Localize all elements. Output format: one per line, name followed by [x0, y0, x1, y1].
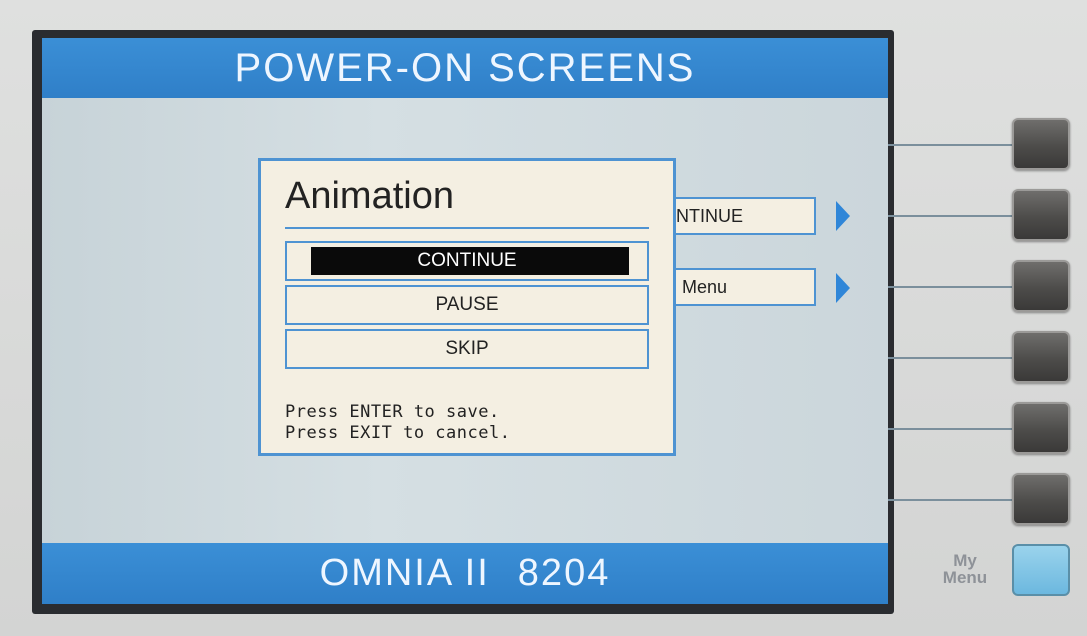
softkey-6[interactable] [1012, 473, 1070, 525]
screen-title-bar: POWER-ON SCREENS [42, 38, 888, 98]
option-continue[interactable]: CONTINUE [285, 241, 649, 281]
background-option-menu[interactable]: Menu [670, 268, 816, 306]
screen-footer-bar: OMNIA II 8204 [42, 543, 888, 604]
my-menu-label-line1: My [953, 551, 977, 570]
softkey-connector [888, 215, 1014, 217]
softkey-connector [888, 428, 1014, 430]
softkey-connector [888, 144, 1014, 146]
option-label: CONTINUE [417, 250, 517, 271]
hint-exit-cancel: Press EXIT to cancel. [285, 423, 511, 443]
background-option-label: Menu [682, 276, 728, 297]
my-menu-label-line2: Menu [942, 568, 988, 587]
softkey-1[interactable] [1012, 118, 1070, 170]
option-label: PAUSE [435, 294, 499, 315]
my-menu-button[interactable] [1012, 544, 1070, 596]
hint-enter-save: Press ENTER to save. [285, 402, 500, 422]
my-menu-label: My Menu [930, 552, 1000, 586]
dialog-divider [285, 227, 649, 229]
footer-model: OMNIA II [319, 552, 490, 594]
softkey-5[interactable] [1012, 402, 1070, 454]
background-option-label: NTINUE [676, 205, 743, 226]
right-arrow-icon [836, 273, 850, 303]
option-pause[interactable]: PAUSE [285, 285, 649, 325]
dialog-title: Animation [285, 175, 454, 217]
right-arrow-icon [836, 201, 850, 231]
background-option-continue[interactable]: NTINUE [670, 197, 816, 235]
softkey-connector [888, 357, 1014, 359]
animation-dialog: Animation CONTINUE PAUSE SKIP Press ENTE… [258, 158, 676, 456]
softkey-2[interactable] [1012, 189, 1070, 241]
footer-number: 8204 [517, 552, 611, 594]
option-skip[interactable]: SKIP [285, 329, 649, 369]
softkey-3[interactable] [1012, 260, 1070, 312]
softkey-connector [888, 499, 1014, 501]
lcd-screen: POWER-ON SCREENS NTINUE Menu Animation C… [42, 38, 888, 604]
softkey-4[interactable] [1012, 331, 1070, 383]
softkey-connector [888, 286, 1014, 288]
option-label: SKIP [445, 338, 489, 359]
screen-title: POWER-ON SCREENS [234, 45, 696, 90]
